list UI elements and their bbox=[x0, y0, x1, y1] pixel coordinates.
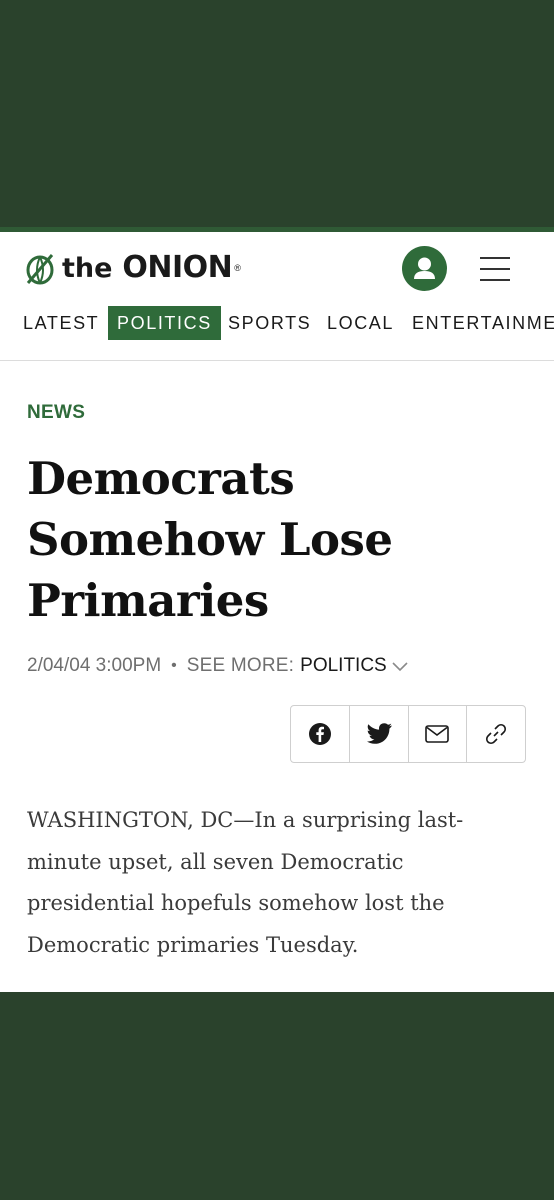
hamburger-menu-icon[interactable] bbox=[478, 252, 512, 286]
link-icon bbox=[486, 723, 507, 745]
share-email-button[interactable] bbox=[409, 706, 468, 762]
article-meta: 2/04/04 3:00PM • SEE MORE: POLITICS bbox=[27, 655, 409, 677]
nav-item-sports[interactable]: SPORTS bbox=[228, 306, 311, 340]
onion-logo-icon bbox=[26, 254, 54, 285]
registered-mark: ® bbox=[234, 263, 241, 273]
share-bar bbox=[290, 705, 526, 763]
article-kicker[interactable]: NEWS bbox=[27, 402, 85, 424]
site-logo[interactable]: the ONION ® bbox=[24, 248, 241, 288]
article-date: 2/04/04 3:00PM bbox=[27, 655, 162, 676]
mail-icon bbox=[425, 725, 450, 743]
article-body: WASHINGTON, DC—In a surprising last-minu… bbox=[27, 808, 464, 957]
meta-separator: • bbox=[171, 657, 177, 674]
see-more-label: SEE MORE: bbox=[186, 655, 295, 676]
account-button[interactable] bbox=[402, 246, 447, 291]
share-facebook-button[interactable] bbox=[291, 706, 350, 762]
chevron-down-icon[interactable] bbox=[391, 660, 409, 672]
nav-item-local[interactable]: LOCAL bbox=[327, 306, 394, 340]
topic-link[interactable]: POLITICS bbox=[300, 655, 387, 677]
section-nav: LATEST POLITICS SPORTS LOCAL ENTERTAINME… bbox=[0, 306, 554, 340]
header-top-border bbox=[0, 227, 554, 232]
user-icon bbox=[414, 257, 435, 279]
twitter-icon bbox=[366, 723, 392, 744]
nav-item-politics[interactable]: POLITICS bbox=[108, 306, 221, 340]
header-divider bbox=[0, 360, 554, 361]
article-headline: Democrats Somehow Lose Primaries bbox=[27, 452, 393, 627]
facebook-icon bbox=[308, 723, 331, 745]
share-link-button[interactable] bbox=[467, 706, 525, 762]
nav-item-entertainment[interactable]: ENTERTAINMENT bbox=[412, 306, 554, 340]
share-twitter-button[interactable] bbox=[350, 706, 409, 762]
nav-item-latest[interactable]: LATEST bbox=[23, 306, 99, 340]
logo-wordmark: the ONION bbox=[62, 249, 233, 285]
